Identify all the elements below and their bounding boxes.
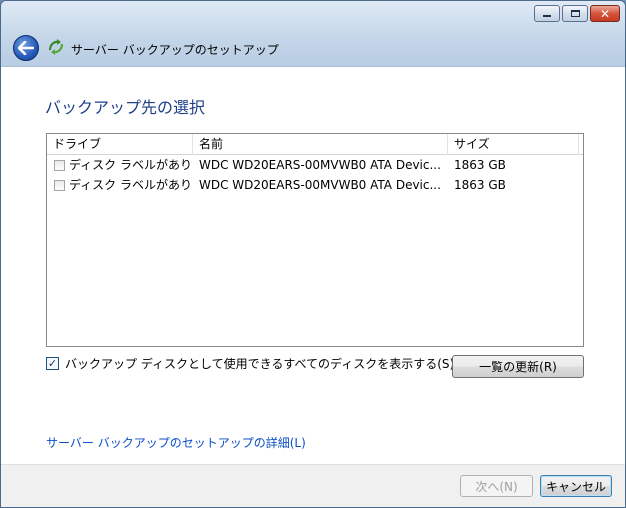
disk-row-drive: ディスク ラベルがありま... [69,178,193,192]
disk-row-drive-cell: ディスク ラベルがありま... [47,176,193,194]
maximize-icon [570,10,580,17]
minimize-button[interactable] [534,5,560,22]
refresh-list-button[interactable]: 一覧の更新(R) [452,355,584,378]
disk-row-drive: ディスク ラベルがありま... [69,158,193,172]
disk-row-size: 1863 GB [454,178,506,192]
window-controls: ✕ [534,5,620,22]
show-all-disks-option[interactable]: ✓ バックアップ ディスクとして使用できるすべてのディスクを表示する(S) [46,355,454,372]
minimize-icon [543,15,551,17]
show-all-disks-checkbox[interactable]: ✓ [46,357,59,370]
setup-details-link[interactable]: サーバー バックアップのセットアップの詳細(L) [46,434,306,451]
back-button[interactable] [13,35,39,61]
disk-row-name: WDC WD20EARS-00MVWB0 ATA Devic... [199,158,441,172]
column-header-size[interactable]: サイズ [448,134,579,155]
wizard-title: サーバー バックアップのセットアップ [71,43,279,57]
disk-row-size: 1863 GB [454,158,506,172]
disk-row-checkbox[interactable] [54,179,65,191]
close-icon: ✕ [599,6,611,21]
disk-row-drive-cell: ディスク ラベルがありま... [47,156,193,174]
show-all-disks-label[interactable]: バックアップ ディスクとして使用できるすべてのディスクを表示する(S) [65,355,454,372]
disk-list[interactable]: ドライブ 名前 サイズ ディスク ラベルがありま... WDC WD20EARS… [46,133,584,347]
column-header-drive[interactable]: ドライブ [47,134,193,155]
disk-row[interactable]: ディスク ラベルがありま... WDC WD20EARS-00MVWB0 ATA… [47,176,583,194]
close-button[interactable]: ✕ [590,5,620,22]
wizard-window: ✕ サーバー バックアップのセットアップ バックアップ先の選択 ドライブ 名前 … [0,0,626,508]
back-arrow-icon [18,41,34,55]
disk-list-header: ドライブ 名前 サイズ [47,134,583,155]
backup-app-icon [48,39,64,55]
next-button[interactable]: 次へ(N) [460,475,533,497]
disk-row[interactable]: ディスク ラベルがありま... WDC WD20EARS-00MVWB0 ATA… [47,156,583,174]
disk-row-checkbox[interactable] [54,159,65,171]
maximize-button[interactable] [562,5,588,22]
cancel-button[interactable]: キャンセル [540,475,612,497]
wizard-content: バックアップ先の選択 ドライブ 名前 サイズ ディスク ラベルがありま... W… [1,67,625,464]
disk-row-name: WDC WD20EARS-00MVWB0 ATA Devic... [199,178,441,192]
wizard-footer: 次へ(N) キャンセル [1,464,625,507]
page-heading: バックアップ先の選択 [45,98,206,117]
title-bar: ✕ サーバー バックアップのセットアップ [1,1,625,67]
checkmark-icon: ✓ [47,357,58,370]
column-header-name[interactable]: 名前 [193,134,448,155]
